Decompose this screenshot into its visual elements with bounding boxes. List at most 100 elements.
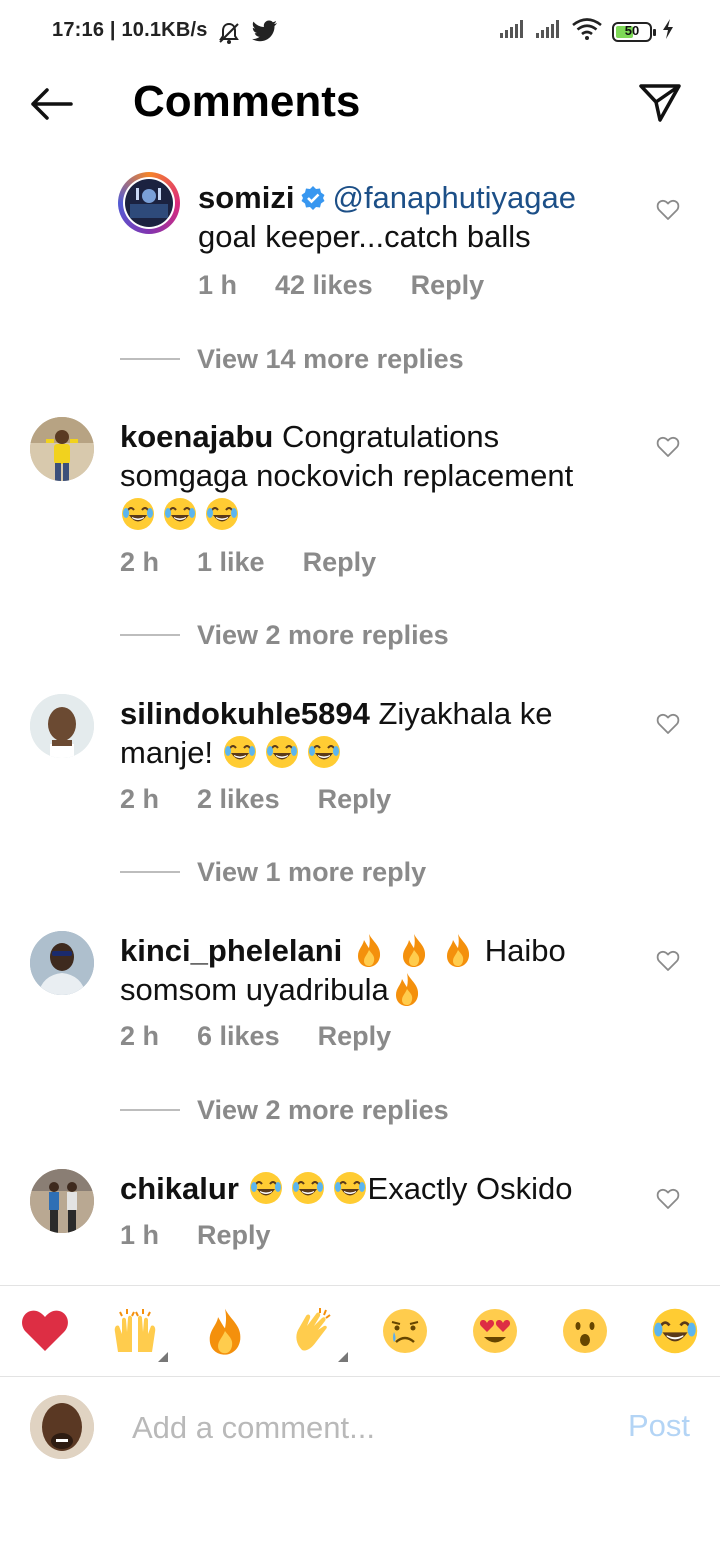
avatar[interactable] <box>30 417 94 481</box>
avatar[interactable] <box>30 1169 94 1233</box>
comment-time: 2 h <box>120 1021 160 1051</box>
comment-username[interactable]: silindokuhle5894 <box>120 696 370 731</box>
comment-meta: 1 h 42 likes Reply <box>198 270 484 301</box>
variant-indicator-icon <box>338 1352 348 1362</box>
comment-text: koenajabu Congratulations somgaga nockov… <box>120 417 640 534</box>
reply-button[interactable]: Reply <box>411 270 485 301</box>
like-count[interactable]: 2 likes <box>197 784 280 815</box>
status-icons: 50 <box>500 18 674 45</box>
red-heart-emoji[interactable] <box>20 1306 70 1356</box>
joy-emoji <box>332 1170 368 1206</box>
fire-emoji <box>440 932 476 968</box>
joy-emoji <box>162 496 198 532</box>
comment-meta: 2 h 1 like Reply <box>120 547 376 578</box>
heart-eyes-emoji[interactable] <box>470 1306 520 1356</box>
share-button[interactable] <box>638 82 684 126</box>
view-more-replies[interactable]: View 14 more replies <box>120 341 464 377</box>
comment-time: 1 h <box>120 1220 160 1250</box>
joy-emoji <box>120 496 156 532</box>
comment-username[interactable]: chikalur <box>120 1171 239 1206</box>
page-title: Comments <box>133 77 361 126</box>
view-more-label: View 2 more replies <box>197 1094 449 1125</box>
back-arrow-icon <box>31 88 73 120</box>
post-button[interactable]: Post <box>628 1408 690 1444</box>
joy-emoji <box>306 734 342 770</box>
comment-meta: 1 h Reply <box>120 1220 271 1251</box>
status-bar: 17:16 | 10.1KB/s 50 <box>0 0 720 66</box>
divider-line <box>120 358 180 360</box>
fire-emoji <box>351 932 387 968</box>
comment-text: silindokuhle5894 Ziyakhala ke manje! <box>120 694 640 772</box>
like-heart-icon[interactable] <box>656 199 680 221</box>
mention-link[interactable]: @fanaphutiyagae <box>332 180 576 215</box>
fire-emoji <box>389 971 425 1007</box>
current-user-avatar <box>30 1395 94 1459</box>
view-more-label: View 1 more reply <box>197 856 427 887</box>
joy-emoji <box>248 1170 284 1206</box>
reply-button[interactable]: Reply <box>197 1220 271 1251</box>
divider-line <box>120 634 180 636</box>
signal-icon <box>536 20 562 43</box>
quick-reaction-bar <box>0 1285 720 1377</box>
comment-text: chikalur Exactly Oskido <box>120 1169 640 1208</box>
like-count[interactable]: 1 like <box>197 547 265 578</box>
view-more-replies[interactable]: View 1 more reply <box>120 854 426 890</box>
like-count[interactable]: 6 likes <box>197 1021 280 1052</box>
view-more-label: View 2 more replies <box>197 619 449 650</box>
fire-emoji <box>396 932 432 968</box>
like-count[interactable]: 42 likes <box>275 270 373 301</box>
divider-line <box>120 871 180 873</box>
avatar[interactable] <box>30 694 94 758</box>
comment-meta: 2 h 6 likes Reply <box>120 1021 391 1052</box>
comment-time: 1 h <box>198 270 238 300</box>
comment-composer: Post <box>0 1376 720 1486</box>
comment-text: kinci_phelelani Haibo somsom uyadribula <box>120 931 640 1009</box>
comment-body: Haibo <box>484 933 566 968</box>
comment-body: somgaga nockovich replacement <box>120 458 574 493</box>
comment-body: manje! <box>120 735 214 770</box>
like-heart-icon[interactable] <box>656 436 680 458</box>
comment-body: Exactly Oskido <box>367 1171 573 1206</box>
comment-text: somizi @fanaphutiyagae goal keeper...catc… <box>198 178 576 256</box>
comment-time: 2 h <box>120 547 160 577</box>
wifi-icon <box>572 18 602 45</box>
comment-body: goal keeper...catch balls <box>198 219 531 254</box>
raising-hands-emoji[interactable] <box>110 1306 160 1356</box>
crying-face-emoji[interactable] <box>380 1306 430 1356</box>
like-heart-icon[interactable] <box>656 713 680 735</box>
comment-username[interactable]: koenajabu <box>120 419 273 454</box>
reply-button[interactable]: Reply <box>318 1021 392 1052</box>
joy-emoji <box>290 1170 326 1206</box>
comment-time: 2 h <box>120 784 160 814</box>
battery-icon: 50 <box>612 21 656 42</box>
like-heart-icon[interactable] <box>656 950 680 972</box>
view-more-replies[interactable]: View 2 more replies <box>120 1092 449 1128</box>
view-more-replies[interactable]: View 2 more replies <box>120 617 449 653</box>
clapping-hands-emoji[interactable] <box>290 1306 340 1356</box>
signal-icon <box>500 20 526 43</box>
header: Comments <box>0 66 720 146</box>
reply-button[interactable]: Reply <box>318 784 392 815</box>
comment-username[interactable]: kinci_phelelani <box>120 933 342 968</box>
comment-body: somsom uyadribula <box>120 972 389 1007</box>
joy-emoji <box>204 496 240 532</box>
charging-icon <box>662 19 674 44</box>
send-icon <box>639 84 681 122</box>
avatar[interactable] <box>30 931 94 995</box>
joy-emoji <box>222 734 258 770</box>
verified-badge-icon <box>301 186 325 210</box>
comment-username[interactable]: somizi <box>198 180 294 215</box>
like-heart-icon[interactable] <box>656 1188 680 1210</box>
joy-emoji[interactable] <box>650 1306 700 1356</box>
comment-meta: 2 h 2 likes Reply <box>120 784 391 815</box>
battery-cap <box>653 28 656 36</box>
back-button[interactable] <box>28 84 74 124</box>
status-time: 17:16 | 10.1KB/s <box>52 19 208 41</box>
comment-body: Ziyakhala ke <box>378 696 553 731</box>
reply-button[interactable]: Reply <box>303 547 377 578</box>
comment-input[interactable] <box>132 1404 592 1452</box>
fire-emoji[interactable] <box>200 1306 250 1356</box>
variant-indicator-icon <box>158 1352 168 1362</box>
avatar[interactable] <box>118 172 180 234</box>
surprised-face-emoji[interactable] <box>560 1306 610 1356</box>
